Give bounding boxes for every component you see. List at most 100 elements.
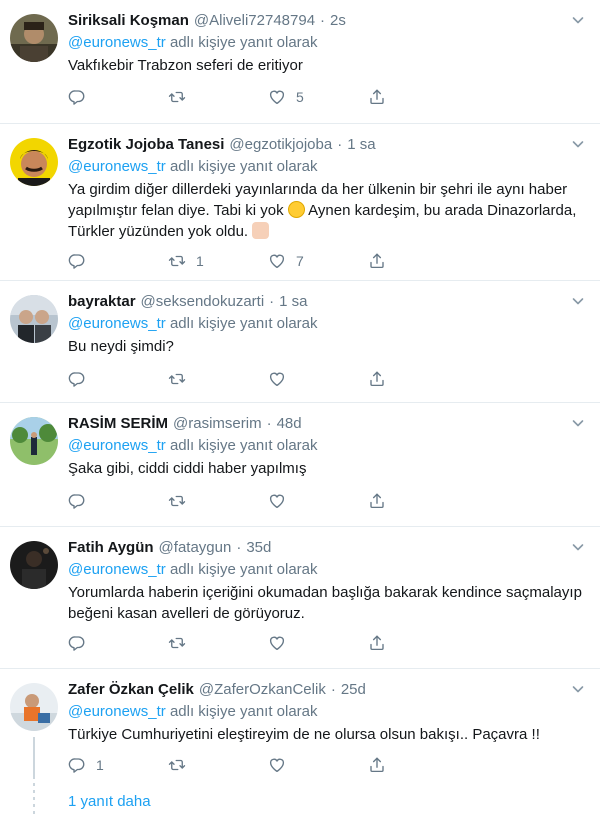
author-handle[interactable]: @fataygun [159, 537, 232, 559]
share-button[interactable] [368, 88, 468, 106]
reply-icon [68, 756, 86, 774]
like-button[interactable] [268, 492, 368, 510]
timestamp[interactable]: 1 sa [347, 134, 375, 156]
share-button[interactable] [368, 634, 468, 652]
timestamp[interactable]: 2s [330, 10, 346, 32]
tweet-text: Şaka gibi, ciddi ciddi haber yapılmış [68, 460, 307, 477]
reply-prefix: adlı kişiye yanıt olarak [169, 703, 318, 720]
author-name[interactable]: RASİM SERİM [68, 413, 168, 435]
timestamp[interactable]: 1 sa [279, 291, 307, 313]
author-name[interactable]: Siriksali Koşman [68, 10, 189, 32]
author-handle[interactable]: @seksendokuzarti [141, 291, 265, 313]
laughing-tears-emoji-icon [287, 201, 305, 218]
reply-context: @euronews_tr adlı kişiye yanıt olarak [68, 702, 584, 722]
share-button[interactable] [368, 756, 468, 774]
retweet-count: 1 [196, 253, 204, 269]
reply-button[interactable] [68, 492, 168, 510]
retweet-button[interactable] [168, 634, 268, 652]
like-button[interactable] [268, 370, 368, 388]
avatar[interactable] [10, 683, 58, 731]
separator-dot: · [236, 539, 242, 556]
share-icon [368, 252, 386, 270]
mention-link[interactable]: @euronews_tr [68, 703, 166, 720]
avatar[interactable] [10, 295, 58, 343]
retweet-button[interactable] [168, 88, 268, 106]
avatar[interactable] [10, 14, 58, 62]
show-more-replies[interactable]: 1 yanıt daha [0, 776, 600, 826]
author-name[interactable]: Fatih Aygün [68, 537, 154, 559]
avatar[interactable] [10, 417, 58, 465]
author-handle[interactable]: @rasimserim [173, 413, 262, 435]
share-button[interactable] [368, 492, 468, 510]
reply-icon [68, 492, 86, 510]
reply-feed: Siriksali Koşman @Aliveli72748794 · 2s @… [0, 0, 600, 826]
tweet[interactable]: Siriksali Koşman @Aliveli72748794 · 2s @… [0, 0, 600, 124]
timestamp[interactable]: 35d [246, 537, 271, 559]
heart-icon [268, 88, 286, 106]
share-button[interactable] [368, 370, 468, 388]
avatar[interactable] [10, 541, 58, 589]
like-button[interactable]: 7 [268, 252, 368, 270]
mention-link[interactable]: @euronews_tr [68, 561, 166, 578]
author-handle[interactable]: @Aliveli72748794 [194, 10, 315, 32]
tweet-actions: 1 [68, 755, 584, 775]
timestamp[interactable]: 48d [277, 413, 302, 435]
share-icon [368, 756, 386, 774]
heart-icon [268, 492, 286, 510]
heart-icon [268, 370, 286, 388]
like-count: 5 [296, 89, 304, 105]
reply-button[interactable] [68, 634, 168, 652]
mention-link[interactable]: @euronews_tr [68, 34, 166, 51]
tweet-header: bayraktar @seksendokuzarti · 1 sa [68, 291, 584, 313]
show-more-link[interactable]: 1 yanıt daha [68, 793, 151, 810]
share-button[interactable] [368, 252, 468, 270]
tweet[interactable]: Zafer Özkan Çelik @ZaferOzkanCelik · 25d… [0, 669, 600, 776]
tweet[interactable]: Egzotik Jojoba Tanesi @egzotikjojoba · 1… [0, 124, 600, 281]
avatar[interactable] [10, 138, 58, 186]
author-handle[interactable]: @egzotikjojoba [229, 134, 332, 156]
retweet-button[interactable] [168, 370, 268, 388]
share-icon [368, 492, 386, 510]
chevron-down-icon[interactable] [570, 136, 586, 152]
tweet-header: Fatih Aygün @fataygun · 35d [68, 537, 584, 559]
author-name[interactable]: Egzotik Jojoba Tanesi [68, 134, 224, 156]
retweet-button[interactable]: 1 [168, 252, 268, 270]
like-button[interactable] [268, 756, 368, 774]
like-button[interactable]: 5 [268, 88, 368, 106]
reply-button[interactable] [68, 252, 168, 270]
tweet-header: Zafer Özkan Çelik @ZaferOzkanCelik · 25d [68, 679, 584, 701]
tweet-actions [68, 369, 584, 389]
author-handle[interactable]: @ZaferOzkanCelik [199, 679, 326, 701]
timestamp[interactable]: 25d [341, 679, 366, 701]
heart-icon [268, 756, 286, 774]
tweet[interactable]: Fatih Aygün @fataygun · 35d @euronews_tr… [0, 527, 600, 669]
reply-icon [68, 634, 86, 652]
mention-link[interactable]: @euronews_tr [68, 437, 166, 454]
like-button[interactable] [268, 634, 368, 652]
chevron-down-icon[interactable] [570, 415, 586, 431]
share-icon [368, 370, 386, 388]
retweet-button[interactable] [168, 492, 268, 510]
reply-button[interactable] [68, 88, 168, 106]
author-name[interactable]: bayraktar [68, 291, 136, 313]
tweet-actions [68, 633, 584, 653]
reply-button[interactable] [68, 370, 168, 388]
retweet-button[interactable] [168, 756, 268, 774]
tweet[interactable]: RASİM SERİM @rasimserim · 48d @euronews_… [0, 403, 600, 527]
tweet[interactable]: bayraktar @seksendokuzarti · 1 sa @euron… [0, 281, 600, 403]
chevron-down-icon[interactable] [570, 681, 586, 697]
tweet-text: Türkiye Cumhuriyetini eleştireyim de ne … [68, 726, 540, 743]
author-name[interactable]: Zafer Özkan Çelik [68, 679, 194, 701]
reply-prefix: adlı kişiye yanıt olarak [169, 437, 318, 454]
chevron-down-icon[interactable] [570, 293, 586, 309]
tweet-actions: 1 7 [68, 251, 584, 271]
reply-button[interactable]: 1 [68, 756, 168, 774]
mention-link[interactable]: @euronews_tr [68, 315, 166, 332]
reply-context: @euronews_tr adlı kişiye yanıt olarak [68, 157, 584, 177]
chevron-down-icon[interactable] [570, 12, 586, 28]
reply-prefix: adlı kişiye yanıt olarak [169, 315, 318, 332]
reply-prefix: adlı kişiye yanıt olarak [169, 561, 318, 578]
chevron-down-icon[interactable] [570, 539, 586, 555]
mention-link[interactable]: @euronews_tr [68, 158, 166, 175]
separator-dot: · [269, 293, 275, 310]
